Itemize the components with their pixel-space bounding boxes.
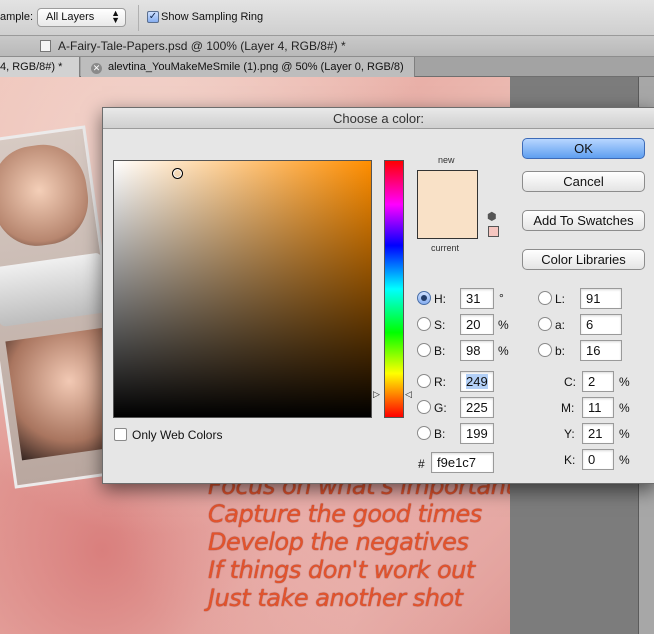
document-icon — [40, 40, 51, 52]
dialog-title: Choose a color: — [103, 108, 654, 129]
show-sampling-ring-label[interactable]: Show Sampling Ring — [161, 11, 263, 23]
s-label: S: — [434, 318, 446, 332]
c-label: C: — [564, 375, 576, 389]
camera-image — [0, 252, 110, 328]
degree-unit: ° — [499, 291, 504, 305]
color-libraries-button[interactable]: Color Libraries — [522, 249, 645, 270]
options-bar: ample: All Layers ▲ ▼ ✓ Show Sampling Rin… — [0, 0, 654, 36]
b-channel-radio[interactable] — [538, 343, 552, 357]
percent-unit: % — [498, 344, 509, 358]
tab-other-document[interactable]: ✕ alevtina_YouMakeMeSmile (1).png @ 50% (… — [81, 57, 415, 77]
a-label: a: — [555, 318, 566, 332]
poem-line: If things don't work out — [208, 556, 475, 584]
new-color-swatch — [417, 170, 478, 239]
cube-icon[interactable]: ⬢ — [487, 210, 497, 223]
document-title-bar: A-Fairy-Tale-Papers.psd @ 100% (Layer 4,… — [0, 36, 654, 57]
saturation-input[interactable]: 20 — [460, 314, 494, 335]
hue-slider-right-arrow-icon[interactable]: ◁ — [405, 389, 412, 400]
sample-select-value: All Layers — [46, 11, 95, 23]
stepper-arrows-icon: ▲ ▼ — [111, 8, 120, 25]
k-label: K: — [564, 453, 576, 467]
hex-input[interactable]: f9e1c7 — [431, 452, 494, 473]
b-label: B: — [434, 427, 446, 441]
tab-active-label: 4, RGB/8#) * — [0, 61, 63, 73]
checkmark-icon: ✓ — [148, 11, 158, 22]
y-label: Y: — [564, 427, 575, 441]
lab-b-label: b: — [555, 344, 566, 358]
document-tabs: 4, RGB/8#) * ✕ alevtina_YouMakeMeSmile (1… — [0, 57, 654, 77]
percent-unit: % — [619, 375, 630, 389]
brightness-input[interactable]: 98 — [460, 340, 494, 361]
blue-radio[interactable] — [417, 426, 431, 440]
blue-input[interactable]: 199 — [460, 423, 494, 444]
child-face-image — [0, 139, 94, 252]
color-picker-ring-icon[interactable] — [172, 168, 183, 179]
red-radio[interactable] — [417, 374, 431, 388]
cyan-input[interactable]: 2 — [582, 371, 614, 392]
poem-line: Just take another shot — [208, 584, 463, 612]
new-color-label: new — [438, 155, 455, 165]
magenta-input[interactable]: 11 — [582, 397, 614, 418]
tab-active-document[interactable]: 4, RGB/8#) * — [0, 57, 80, 77]
percent-unit: % — [498, 318, 509, 332]
black-input[interactable]: 0 — [582, 449, 614, 470]
poem-line: Develop the negatives — [208, 528, 469, 556]
hue-slider-left-arrow-icon[interactable]: ▷ — [373, 389, 380, 400]
b-channel-input[interactable]: 16 — [580, 340, 622, 361]
current-color-label: current — [431, 243, 460, 253]
green-input[interactable]: 225 — [460, 397, 494, 418]
saturation-radio[interactable] — [417, 317, 431, 331]
red-input-value: 249 — [466, 374, 488, 389]
r-label: R: — [434, 375, 446, 389]
a-channel-input[interactable]: 6 — [580, 314, 622, 335]
add-to-swatches-button[interactable]: Add To Swatches — [522, 210, 645, 231]
show-sampling-ring-checkbox[interactable]: ✓ — [147, 11, 159, 23]
hue-input[interactable]: 31 — [460, 288, 494, 309]
divider — [138, 5, 139, 31]
tab-other-label: alevtina_YouMakeMeSmile (1).png @ 50% (L… — [108, 61, 404, 73]
brightness-radio[interactable] — [417, 343, 431, 357]
b-label: B: — [434, 344, 446, 358]
l-label: L: — [555, 292, 566, 306]
color-picker-dialog: Choose a color: ▷ ◁ Only Web Colors new … — [102, 107, 654, 484]
lightness-input[interactable]: 91 — [580, 288, 622, 309]
percent-unit: % — [619, 401, 630, 415]
hue-slider[interactable] — [384, 160, 404, 418]
color-field[interactable] — [113, 160, 372, 418]
web-safe-swatch-icon[interactable] — [488, 226, 499, 237]
hue-radio[interactable] — [417, 291, 431, 305]
percent-unit: % — [619, 427, 630, 441]
m-label: M: — [561, 401, 575, 415]
g-label: G: — [434, 401, 447, 415]
red-input[interactable]: 249 — [460, 371, 494, 392]
close-tab-icon[interactable]: ✕ — [91, 63, 102, 74]
only-web-colors-checkbox[interactable] — [114, 428, 127, 441]
yellow-input[interactable]: 21 — [582, 423, 614, 444]
lightness-radio[interactable] — [538, 291, 552, 305]
ok-button[interactable]: OK — [522, 138, 645, 159]
poem-line: Capture the good times — [208, 500, 482, 528]
cancel-button[interactable]: Cancel — [522, 171, 645, 192]
document-title: A-Fairy-Tale-Papers.psd @ 100% (Layer 4,… — [58, 39, 346, 53]
green-radio[interactable] — [417, 400, 431, 414]
only-web-colors-label[interactable]: Only Web Colors — [132, 428, 222, 442]
hex-label: # — [418, 457, 425, 471]
poem-text: Focus on what's important Capture the go… — [208, 472, 510, 612]
a-channel-radio[interactable] — [538, 317, 552, 331]
sample-select[interactable]: All Layers ▲ ▼ — [37, 8, 126, 27]
h-label: H: — [434, 292, 446, 306]
sample-label: ample: — [0, 11, 34, 23]
percent-unit: % — [619, 453, 630, 467]
